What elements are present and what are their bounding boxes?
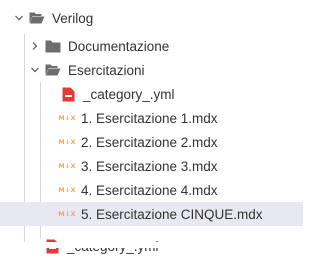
tree-item-esercitazione-1[interactable]: M↓X 1. Esercitazione 1.mdx	[0, 106, 303, 130]
chevron-down-icon[interactable]	[12, 11, 26, 25]
tree-item-category-yml[interactable]: _category_.yml	[0, 82, 303, 106]
tree-item-label: 3. Esercitazione 3.mdx	[81, 158, 218, 174]
mdx-file-icon: M↓X	[58, 138, 76, 146]
tree-item-label: _category_.yml	[83, 86, 175, 102]
mdx-file-icon: M↓X	[58, 186, 76, 194]
folder-icon	[45, 38, 61, 54]
tree-item-label: Verilog	[52, 10, 94, 26]
tree-item-esercitazione-4[interactable]: M↓X 4. Esercitazione 4.mdx	[0, 178, 303, 202]
chevron-down-icon[interactable]	[28, 63, 42, 77]
tree-item-esercitazione-3[interactable]: M↓X 3. Esercitazione 3.mdx	[0, 154, 303, 178]
folder-open-icon	[29, 10, 45, 26]
viewport-clip	[0, 242, 303, 248]
tree-item-documentazione[interactable]: Documentazione	[0, 34, 303, 58]
tree-item-label: 5. Esercitazione CINQUE.mdx	[81, 206, 263, 222]
mdx-file-icon: M↓X	[58, 114, 76, 122]
tree-item-verilog[interactable]: Verilog	[0, 6, 303, 30]
mdx-file-icon: M↓X	[58, 162, 76, 170]
tree-item-label: Documentazione	[68, 38, 170, 54]
tree-item-label: Esercitazioni	[68, 62, 145, 78]
chevron-right-icon[interactable]	[28, 39, 42, 53]
yaml-file-icon	[60, 86, 76, 102]
folder-open-icon	[45, 62, 61, 78]
tree-item-label: 4. Esercitazione 4.mdx	[81, 182, 218, 198]
tree-item-label: 1. Esercitazione 1.mdx	[81, 110, 218, 126]
tree-item-esercitazioni[interactable]: Esercitazioni	[0, 58, 303, 82]
tree-item-esercitazione-2[interactable]: M↓X 2. Esercitazione 2.mdx	[0, 130, 303, 154]
tree-item-label: 2. Esercitazione 2.mdx	[81, 134, 218, 150]
file-explorer-tree: Verilog Documentazione Esercitazioni _ca…	[0, 0, 303, 254]
mdx-file-icon: M↓X	[58, 210, 76, 218]
tree-item-esercitazione-5-selected[interactable]: M↓X 5. Esercitazione CINQUE.mdx	[0, 202, 303, 226]
